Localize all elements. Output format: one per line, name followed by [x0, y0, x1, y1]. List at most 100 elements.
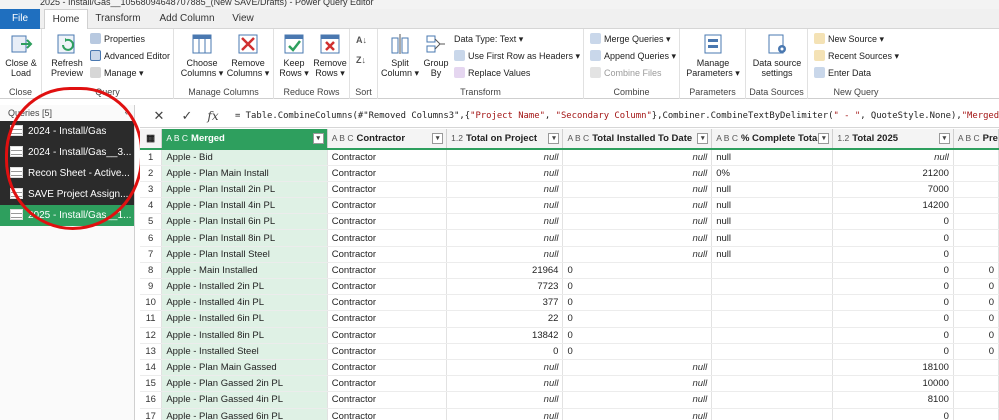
- cell-merged[interactable]: Apple - Installed Steel: [161, 343, 328, 360]
- row-number[interactable]: 12: [140, 327, 163, 344]
- cell-pct-complete[interactable]: null: [711, 246, 834, 263]
- table-row[interactable]: 1 Apple - Bid Contractor null null null null: [140, 149, 999, 166]
- cell-pre[interactable]: [953, 181, 999, 199]
- manage-button[interactable]: Manage ▾: [90, 66, 144, 81]
- manage-parameters-button[interactable]: Manage Parameters ▾: [684, 32, 742, 78]
- cell-pre[interactable]: [953, 149, 999, 166]
- remove-rows-button[interactable]: Remove Rows ▾: [312, 32, 348, 78]
- table-row[interactable]: 7 Apple - Plan Install Steel Contractor nul…: [140, 246, 999, 263]
- cell-contractor[interactable]: Contractor: [327, 278, 448, 296]
- cell-total-2025[interactable]: 14200: [832, 197, 954, 215]
- cell-pct-complete[interactable]: null: [711, 229, 834, 247]
- cell-total-on-project[interactable]: null: [446, 246, 564, 263]
- cell-total-installed[interactable]: 0: [562, 294, 713, 312]
- cell-merged[interactable]: Apple - Bid: [161, 149, 328, 166]
- cell-pre[interactable]: 0: [953, 278, 999, 296]
- cell-total-2025[interactable]: 0: [832, 229, 954, 247]
- cell-total-on-project[interactable]: 22: [446, 310, 564, 328]
- cell-contractor[interactable]: Contractor: [327, 149, 448, 166]
- column-header-pre[interactable]: A B C Pre: [953, 129, 999, 150]
- cell-pct-complete[interactable]: [711, 408, 834, 420]
- cell-total-2025[interactable]: 0: [832, 343, 954, 360]
- data-source-settings-button[interactable]: Data source settings: [748, 32, 806, 78]
- cell-pre[interactable]: [953, 391, 999, 409]
- cell-total-on-project[interactable]: null: [446, 408, 564, 420]
- row-number[interactable]: 15: [140, 375, 163, 393]
- cell-total-2025[interactable]: 0: [832, 327, 954, 344]
- cell-contractor[interactable]: Contractor: [327, 229, 448, 247]
- cell-pct-complete[interactable]: null: [711, 213, 834, 231]
- cell-pre[interactable]: [953, 359, 999, 377]
- table-row[interactable]: 16 Apple - Plan Gassed 4in PL Contractor nu…: [140, 391, 999, 409]
- cell-pre[interactable]: [953, 408, 999, 420]
- cell-total-2025[interactable]: 0: [832, 278, 954, 296]
- enter-data-button[interactable]: Enter Data: [814, 66, 871, 81]
- row-number[interactable]: 8: [140, 262, 163, 280]
- row-number[interactable]: 16: [140, 391, 163, 409]
- cell-pre[interactable]: [953, 246, 999, 263]
- cell-total-2025[interactable]: null: [832, 149, 954, 166]
- cell-merged[interactable]: Apple - Plan Main Gassed: [161, 359, 328, 377]
- use-first-row-headers-button[interactable]: Use First Row as Headers ▾: [454, 49, 580, 64]
- cell-total-installed[interactable]: null: [562, 408, 713, 420]
- cell-total-installed[interactable]: null: [562, 165, 713, 182]
- merge-queries-button[interactable]: Merge Queries ▾: [590, 32, 671, 47]
- cell-pct-complete[interactable]: [711, 359, 834, 377]
- cell-merged[interactable]: Apple - Installed 2in PL: [161, 278, 328, 296]
- row-number[interactable]: 13: [140, 343, 163, 360]
- cell-total-2025[interactable]: 0: [832, 310, 954, 328]
- table-row[interactable]: 9 Apple - Installed 2in PL Contractor 7723 0…: [140, 278, 999, 296]
- cell-contractor[interactable]: Contractor: [327, 359, 448, 377]
- sort-descending-icon[interactable]: Z↓: [356, 53, 366, 68]
- cell-merged[interactable]: Apple - Plan Install 6in PL: [161, 213, 328, 231]
- cell-total-on-project[interactable]: null: [446, 359, 564, 377]
- filter-dropdown-icon[interactable]: ▾: [432, 133, 444, 144]
- formula-input[interactable]: = Table.CombineColumns(#"Removed Columns…: [235, 105, 999, 128]
- cell-merged[interactable]: Apple - Plan Install Steel: [161, 246, 328, 263]
- close-load-button[interactable]: Close & Load: [3, 32, 39, 78]
- cell-pre[interactable]: [953, 213, 999, 231]
- cell-merged[interactable]: Apple - Main Installed: [161, 262, 328, 280]
- cell-contractor[interactable]: Contractor: [327, 165, 448, 182]
- row-number[interactable]: 4: [140, 197, 163, 215]
- cell-contractor[interactable]: Contractor: [327, 375, 448, 393]
- cell-total-installed[interactable]: null: [562, 359, 713, 377]
- column-header-contractor[interactable]: A B C Contractor ▾: [327, 129, 448, 150]
- cell-pre[interactable]: 0: [953, 294, 999, 312]
- cell-total-2025[interactable]: 0: [832, 213, 954, 231]
- cell-total-on-project[interactable]: null: [446, 229, 564, 247]
- cell-pre[interactable]: [953, 375, 999, 393]
- filter-dropdown-icon[interactable]: ▾: [548, 133, 560, 144]
- choose-columns-button[interactable]: Choose Columns ▾: [180, 32, 224, 78]
- tab-transform[interactable]: Transform: [92, 9, 144, 29]
- cell-total-on-project[interactable]: null: [446, 165, 564, 182]
- cell-merged[interactable]: Apple - Plan Install 2in PL: [161, 181, 328, 199]
- row-number[interactable]: 17: [140, 408, 163, 420]
- cell-pre[interactable]: 0: [953, 343, 999, 360]
- cell-pct-complete[interactable]: [711, 343, 834, 360]
- cell-total-installed[interactable]: null: [562, 181, 713, 199]
- cell-total-2025[interactable]: 0: [832, 294, 954, 312]
- row-number[interactable]: 9: [140, 278, 163, 296]
- cell-total-2025[interactable]: 0: [832, 246, 954, 263]
- cell-merged[interactable]: Apple - Installed 4in PL: [161, 294, 328, 312]
- column-header-total-on-project[interactable]: 1.2 Total on Project ▾: [446, 129, 564, 150]
- row-number[interactable]: 11: [140, 310, 163, 328]
- cell-contractor[interactable]: Contractor: [327, 246, 448, 263]
- cell-total-on-project[interactable]: null: [446, 149, 564, 166]
- cell-merged[interactable]: Apple - Plan Install 4in PL: [161, 197, 328, 215]
- cell-pre[interactable]: 0: [953, 262, 999, 280]
- cell-total-installed[interactable]: null: [562, 229, 713, 247]
- cell-pct-complete[interactable]: [711, 310, 834, 328]
- row-number[interactable]: 2: [140, 165, 163, 182]
- cell-total-installed[interactable]: 0: [562, 310, 713, 328]
- table-row[interactable]: 6 Apple - Plan Install 8in PL Contractor nu…: [140, 229, 999, 247]
- cell-pct-complete[interactable]: [711, 262, 834, 280]
- cell-total-installed[interactable]: null: [562, 149, 713, 166]
- cell-contractor[interactable]: Contractor: [327, 181, 448, 199]
- table-menu-icon[interactable]: ▦: [140, 129, 163, 150]
- table-row[interactable]: 3 Apple - Plan Install 2in PL Contractor nu…: [140, 181, 999, 199]
- cell-pct-complete[interactable]: [711, 278, 834, 296]
- cell-contractor[interactable]: Contractor: [327, 262, 448, 280]
- refresh-preview-button[interactable]: Refresh Preview: [48, 32, 86, 78]
